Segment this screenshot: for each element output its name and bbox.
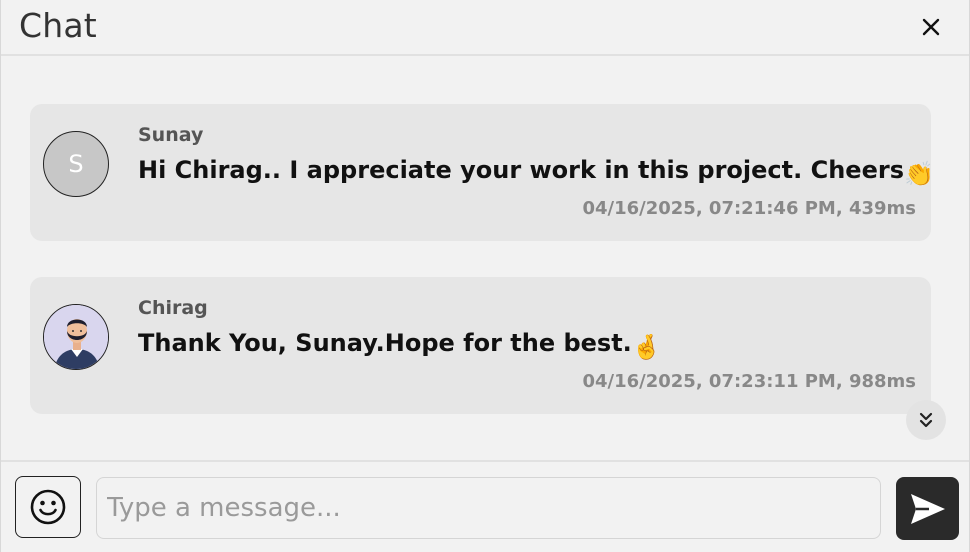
- message-text: Hi Chirag.. I appreciate your work in th…: [138, 156, 934, 188]
- message-bubble: S Sunay Hi Chirag.. I appreciate your wo…: [30, 104, 934, 241]
- close-button[interactable]: [915, 11, 947, 43]
- composer-bar: [1, 460, 969, 552]
- send-icon: [910, 493, 945, 524]
- double-chevron-down-icon: [919, 412, 933, 428]
- message-timestamp: 04/16/2025, 07:21:46 PM, 439ms: [582, 198, 916, 219]
- message-sender: Chirag: [138, 297, 208, 319]
- user-avatar-icon: [44, 305, 108, 369]
- avatar-initial: S: [68, 150, 84, 178]
- send-button[interactable]: [896, 477, 959, 540]
- emoji-picker-button[interactable]: [15, 476, 81, 538]
- message-bubble: Chirag Thank You, Sunay.Hope for the bes…: [30, 277, 931, 414]
- message-input[interactable]: [96, 477, 881, 539]
- chat-window: Chat S Sunay Hi Chirag.. I appreciate yo…: [0, 0, 970, 552]
- crossed-fingers-emoji: 🤞: [631, 333, 662, 361]
- chat-title: Chat: [19, 6, 97, 45]
- message-body: Hi Chirag.. I appreciate your work in th…: [138, 156, 904, 184]
- scroll-down-button[interactable]: [906, 400, 946, 440]
- message-timestamp: 04/16/2025, 07:23:11 PM, 988ms: [582, 371, 916, 392]
- message-text: Thank You, Sunay.Hope for the best.🤞: [138, 329, 662, 361]
- close-icon: [922, 18, 940, 36]
- message-sender: Sunay: [138, 124, 204, 146]
- chat-header: Chat: [1, 0, 969, 56]
- avatar: [43, 304, 109, 370]
- clapping-hands-emoji: 👏: [903, 160, 934, 188]
- avatar: S: [43, 131, 109, 197]
- message-body: Thank You, Sunay.Hope for the best.: [138, 329, 632, 357]
- message-list[interactable]: S Sunay Hi Chirag.. I appreciate your wo…: [1, 58, 969, 460]
- smiley-icon: [30, 489, 66, 525]
